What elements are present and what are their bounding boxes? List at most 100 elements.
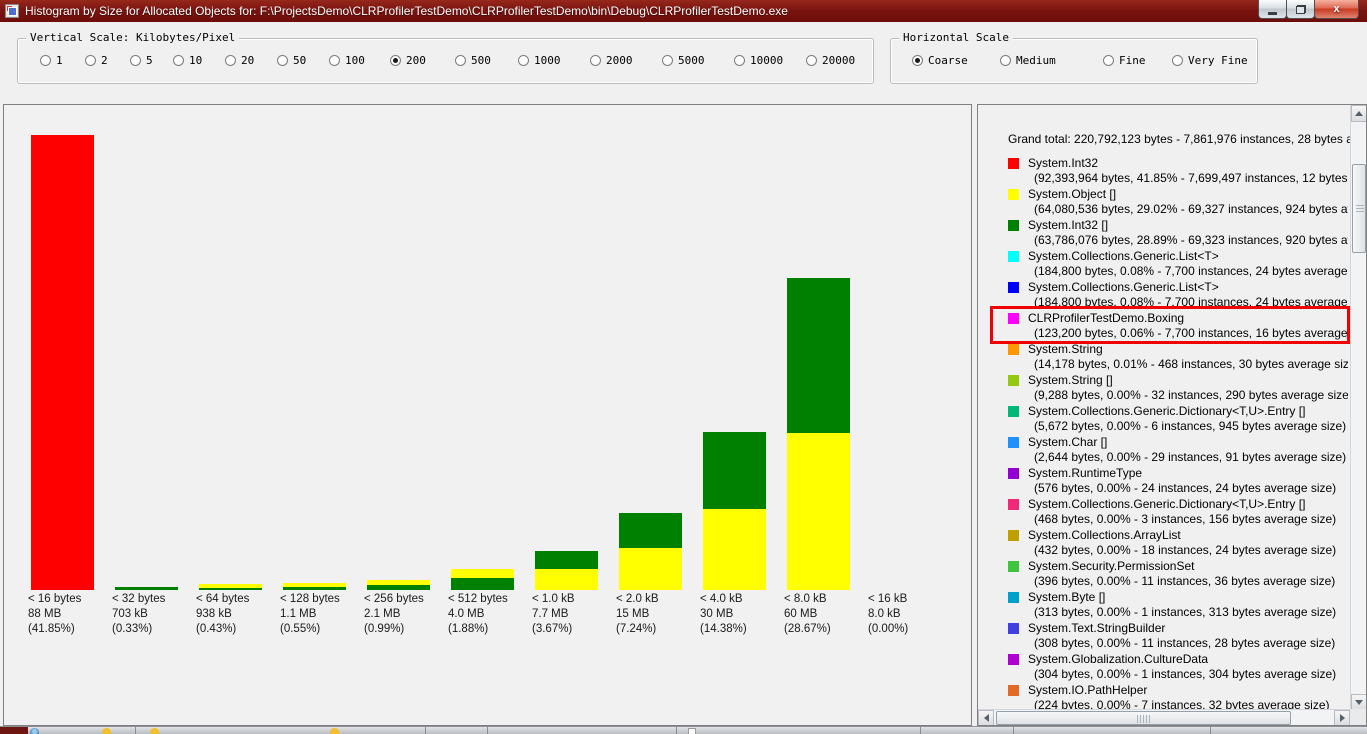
radio-circle-icon[interactable] — [390, 55, 401, 66]
minimize-button[interactable] — [1258, 0, 1287, 19]
radio-vscale-2000[interactable]: 2000 — [590, 54, 633, 67]
radio-circle-icon[interactable] — [912, 55, 923, 66]
folder-icon[interactable] — [150, 728, 159, 734]
bar-segment[interactable] — [535, 569, 598, 590]
radio-vscale-2[interactable]: 2 — [85, 54, 108, 67]
legend-vertical-scrollbar[interactable] — [1350, 105, 1366, 711]
bar-segment[interactable] — [31, 135, 94, 590]
radio-vscale-20[interactable]: 20 — [225, 54, 254, 67]
bar-segment[interactable] — [367, 585, 430, 590]
document-icon[interactable] — [688, 728, 696, 734]
arrow-up-icon — [1355, 111, 1363, 116]
bar-segment[interactable] — [619, 548, 682, 590]
radio-circle-icon[interactable] — [1103, 55, 1114, 66]
bar-segment[interactable] — [451, 569, 514, 578]
radio-circle-icon[interactable] — [225, 55, 236, 66]
radio-hscale-fine[interactable]: Fine — [1103, 54, 1146, 67]
horizontal-scroll-thumb[interactable] — [996, 711, 1291, 725]
legend-entry[interactable]: System.Security.PermissionSet(396 bytes,… — [1008, 559, 1348, 590]
bar-segment[interactable] — [619, 513, 682, 548]
legend-type-name: System.String [] — [1028, 373, 1113, 388]
radio-circle-icon[interactable] — [806, 55, 817, 66]
folder-icon[interactable] — [330, 728, 339, 734]
radio-circle-icon[interactable] — [455, 55, 466, 66]
start-orb[interactable] — [30, 728, 39, 734]
legend-entry[interactable]: System.Collections.Generic.Dictionary<T,… — [1008, 497, 1348, 528]
bar-segment[interactable] — [787, 278, 850, 433]
bar-label: < 8.0 kB60 MB(28.67%) — [784, 592, 831, 637]
bar-label: < 2.0 kB15 MB(7.24%) — [616, 592, 659, 637]
scroll-right-button[interactable] — [1334, 710, 1350, 726]
arrow-left-icon — [984, 714, 989, 722]
legend-entry[interactable]: System.Int32 [](63,786,076 bytes, 28.89%… — [1008, 218, 1348, 249]
legend-entry[interactable]: System.IO.PathHelper(224 bytes, 0.00% - … — [1008, 683, 1348, 709]
taskbar-strip[interactable] — [0, 726, 1367, 734]
radio-circle-icon[interactable] — [662, 55, 673, 66]
legend-entry[interactable]: System.String [](9,288 bytes, 0.00% - 32… — [1008, 373, 1348, 404]
radio-vscale-5000[interactable]: 5000 — [662, 54, 705, 67]
legend-entry[interactable]: System.Object [](64,080,536 bytes, 29.02… — [1008, 187, 1348, 218]
restore-button[interactable] — [1286, 0, 1315, 19]
radio-circle-icon[interactable] — [590, 55, 601, 66]
legend-color-swatch — [1008, 654, 1019, 665]
radio-circle-icon[interactable] — [329, 55, 340, 66]
bar-segment[interactable] — [451, 578, 514, 590]
scroll-left-button[interactable] — [978, 710, 994, 726]
radio-vscale-10000[interactable]: 10000 — [734, 54, 783, 67]
close-button[interactable]: x — [1314, 0, 1359, 19]
bar-segment[interactable] — [115, 587, 178, 590]
legend-entry[interactable]: System.RuntimeType(576 bytes, 0.00% - 24… — [1008, 466, 1348, 497]
radio-circle-icon[interactable] — [40, 55, 51, 66]
legend-entry[interactable]: CLRProfilerTestDemo.Boxing(123,200 bytes… — [1008, 311, 1348, 342]
histogram-chart-panel[interactable]: < 16 bytes88 MB(41.85%)< 32 bytes703 kB(… — [3, 104, 972, 726]
radio-vscale-100[interactable]: 100 — [329, 54, 365, 67]
legend-entry[interactable]: System.Collections.Generic.Dictionary<T,… — [1008, 404, 1348, 435]
arrow-down-icon — [1355, 700, 1363, 705]
radio-vscale-200[interactable]: 200 — [390, 54, 426, 67]
scroll-up-button[interactable] — [1351, 105, 1367, 122]
bar-segment[interactable] — [283, 587, 346, 590]
bar-segment[interactable] — [535, 551, 598, 569]
legend-entry[interactable]: System.Char [](2,644 bytes, 0.00% - 29 i… — [1008, 435, 1348, 466]
folder-icon[interactable] — [102, 728, 111, 734]
radio-circle-icon[interactable] — [173, 55, 184, 66]
vertical-scroll-thumb[interactable] — [1352, 164, 1366, 253]
radio-vscale-10[interactable]: 10 — [173, 54, 202, 67]
bar-segment[interactable] — [787, 433, 850, 590]
radio-circle-icon[interactable] — [85, 55, 96, 66]
radio-vscale-1[interactable]: 1 — [40, 54, 63, 67]
bar-segment[interactable] — [703, 432, 766, 509]
radio-vscale-1000[interactable]: 1000 — [518, 54, 561, 67]
radio-vscale-20000[interactable]: 20000 — [806, 54, 855, 67]
bar-segment[interactable] — [703, 509, 766, 590]
legend-entry[interactable]: System.Globalization.CultureData(304 byt… — [1008, 652, 1348, 683]
legend-type-name: System.String — [1028, 342, 1103, 357]
radio-vscale-500[interactable]: 500 — [455, 54, 491, 67]
radio-hscale-medium[interactable]: Medium — [1000, 54, 1056, 67]
radio-circle-icon[interactable] — [277, 55, 288, 66]
legend-entry[interactable]: System.Collections.Generic.List<T>(184,8… — [1008, 249, 1348, 280]
radio-vscale-5[interactable]: 5 — [130, 54, 153, 67]
radio-hscale-very-fine[interactable]: Very Fine — [1172, 54, 1248, 67]
legend-type-name: System.Collections.Generic.Dictionary<T,… — [1028, 404, 1305, 419]
legend-entry[interactable]: System.Collections.ArrayList(432 bytes, … — [1008, 528, 1348, 559]
legend-panel: Grand total: 220,792,123 bytes - 7,861,9… — [977, 104, 1367, 726]
radio-label: Fine — [1119, 54, 1146, 67]
radio-circle-icon[interactable] — [1000, 55, 1011, 66]
legend-entry[interactable]: System.Text.StringBuilder(308 bytes, 0.0… — [1008, 621, 1348, 652]
radio-circle-icon[interactable] — [734, 55, 745, 66]
radio-circle-icon[interactable] — [518, 55, 529, 66]
legend-entry[interactable]: System.Byte [](313 bytes, 0.00% - 1 inst… — [1008, 590, 1348, 621]
legend-horizontal-scrollbar[interactable] — [978, 709, 1350, 725]
legend-entry[interactable]: System.String(14,178 bytes, 0.01% - 468 … — [1008, 342, 1348, 373]
radio-circle-icon[interactable] — [1172, 55, 1183, 66]
legend-entry[interactable]: System.Collections.Generic.List<T>(184,8… — [1008, 280, 1348, 311]
profiler-window: Histogram by Size for Allocated Objects … — [0, 0, 1367, 734]
legend-type-detail: (92,393,964 bytes, 41.85% - 7,699,497 in… — [1034, 171, 1348, 186]
legend-entry[interactable]: System.Int32(92,393,964 bytes, 41.85% - … — [1008, 156, 1348, 187]
bar-segment[interactable] — [199, 588, 262, 590]
radio-circle-icon[interactable] — [130, 55, 141, 66]
radio-hscale-coarse[interactable]: Coarse — [912, 54, 968, 67]
title-bar[interactable]: Histogram by Size for Allocated Objects … — [0, 0, 1367, 22]
radio-vscale-50[interactable]: 50 — [277, 54, 306, 67]
